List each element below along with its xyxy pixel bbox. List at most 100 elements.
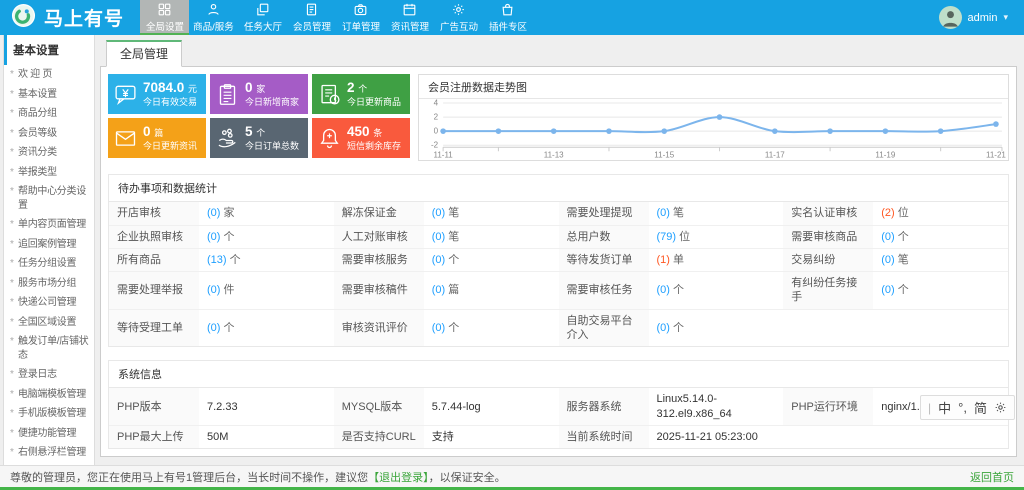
bullet-icon: *: [10, 238, 14, 250]
ime-drag-handle[interactable]: |: [928, 401, 931, 415]
sidebar-item-label: 全国区域设置: [18, 316, 77, 328]
todo-value: (79) 位: [648, 225, 784, 249]
hand-coins-icon: [215, 126, 240, 151]
ime-language-toggle[interactable]: 中: [938, 398, 951, 417]
nav-item-5[interactable]: 资讯管理: [385, 0, 434, 35]
sidebar-item-1[interactable]: * 基本设置: [4, 85, 94, 105]
ime-toolbar: | 中 °, 简: [920, 395, 1015, 420]
sidebar-item-6[interactable]: * 帮助中心分类设置: [4, 182, 94, 215]
nav-item-2[interactable]: 任务大厅: [238, 0, 287, 35]
sysinfo-label: MYSQL版本: [333, 388, 424, 426]
todo-count-link[interactable]: (0): [432, 322, 445, 334]
sidebar-item-2[interactable]: * 商品分组: [4, 104, 94, 124]
stat-card-2[interactable]: 2 个今日更新商品: [312, 74, 410, 114]
todo-count-link[interactable]: (79): [657, 231, 677, 243]
sidebar-item-18[interactable]: * 右侧悬浮栏管理: [4, 443, 94, 463]
todo-value: (0) 笔: [873, 248, 1008, 273]
todo-count-link[interactable]: (0): [432, 231, 445, 243]
todo-count-link[interactable]: (1): [657, 254, 670, 266]
sysinfo-label: 当前系统时间: [558, 425, 649, 449]
sidebar-item-15[interactable]: * 电脑端模板管理: [4, 385, 94, 405]
ime-punctuation-toggle[interactable]: °,: [958, 400, 967, 415]
todo-count-link[interactable]: (0): [657, 207, 670, 219]
nav-item-6[interactable]: 广告互动: [434, 0, 483, 35]
gear-icon: [451, 2, 466, 17]
todo-section: 待办事项和数据统计 开店审核 (0) 家解冻保证金 (0) 笔需要处理提现 (0) 笔实名认…: [108, 174, 1009, 348]
bullet-icon: *: [10, 336, 14, 347]
sidebar-item-13[interactable]: * 触发订单/店铺状态: [4, 332, 94, 365]
sysinfo-row: PHP最大上传 50M 是否支持CURL 支持 当前系统时间 2025-11-21 05:…: [109, 425, 1008, 449]
trend-chart-svg: -2 0 2 4 11-11 11-13 11-15 11-17 11-19 11-21: [431, 99, 1006, 159]
footer-message: 尊敬的管理员，您正在使用马上有号1管理后台，当长时间不操作，建议您【退出登录】，…: [10, 469, 506, 485]
admin-dashboard: 马上有号 全局设置 商品/服务 任务大厅 会员管理 订单管理 资讯管理 广告互动 插件专区 a…: [0, 0, 1024, 490]
todo-count-link[interactable]: (0): [207, 207, 220, 219]
sysinfo-label: PHP版本: [109, 388, 199, 426]
todo-value: (0) 个: [199, 225, 334, 249]
tab-global-management[interactable]: 全局管理: [106, 40, 183, 67]
sidebar-item-5[interactable]: * 举报类型: [4, 163, 94, 183]
stat-label: 今日订单总数: [245, 140, 300, 151]
copy-icon: [255, 2, 270, 17]
ime-settings-gear-icon[interactable]: [994, 401, 1007, 414]
nav-item-4[interactable]: 订单管理: [336, 0, 385, 35]
sidebar-item-11[interactable]: * 快递公司管理: [4, 293, 94, 313]
todo-count-link[interactable]: (0): [207, 322, 220, 334]
todo-count-link[interactable]: (0): [432, 284, 445, 296]
logout-link[interactable]: 【退出登录】: [368, 472, 429, 484]
user-menu[interactable]: admin ▾: [938, 0, 1024, 35]
svg-text:11-15: 11-15: [654, 150, 674, 159]
todo-count-link[interactable]: (0): [207, 284, 220, 296]
todo-count-link[interactable]: (0): [881, 254, 894, 266]
todo-count-link[interactable]: (0): [432, 207, 445, 219]
stat-value: 7084.0 元: [143, 79, 198, 95]
sidebar-item-14[interactable]: * 登录日志: [4, 365, 94, 385]
todo-count-link[interactable]: (2): [881, 207, 894, 219]
todo-count-link[interactable]: (0): [657, 284, 670, 296]
ime-charset-toggle[interactable]: 简: [974, 398, 987, 417]
stat-cards: 7084.0 元今日有效交易 0 家今日新增商家 2 个今日更新商品 0 篇今日更新资…: [108, 74, 410, 161]
sidebar-item-label: 触发订单/店铺状态: [18, 336, 89, 361]
stat-value: 0 篇: [143, 123, 164, 139]
todo-value: (0) 个: [656, 321, 684, 334]
nav-item-7[interactable]: 插件专区: [483, 0, 532, 35]
sidebar-item-12[interactable]: * 全国区域设置: [4, 313, 94, 333]
clipboard-icon: [215, 82, 240, 107]
nav-item-3[interactable]: 会员管理: [287, 0, 336, 35]
todo-count-link[interactable]: (0): [432, 254, 445, 266]
sidebar-item-16[interactable]: * 手机版模板管理: [4, 404, 94, 424]
logo[interactable]: 马上有号: [0, 0, 140, 35]
sidebar-item-17[interactable]: * 便捷功能管理: [4, 424, 94, 444]
chevron-down-icon: ▾: [1003, 12, 1008, 22]
sidebar: 基本设置 * 欢 迎 页 * 基本设置 * 商品分组 * 会员等级 * 资讯分类 * 举报类型 * 帮助中…: [3, 35, 95, 469]
sidebar-item-3[interactable]: * 会员等级: [4, 124, 94, 144]
sidebar-item-0[interactable]: * 欢 迎 页: [4, 65, 94, 85]
stat-card-3[interactable]: 0 篇今日更新资讯: [108, 118, 206, 158]
nav-item-0[interactable]: 全局设置: [140, 0, 190, 35]
todo-count-link[interactable]: (0): [881, 284, 894, 296]
sysinfo-value: 50M: [207, 430, 229, 443]
sidebar-item-10[interactable]: * 服务市场分组: [4, 274, 94, 294]
stat-card-0[interactable]: 7084.0 元今日有效交易: [108, 74, 206, 114]
bullet-icon: *: [10, 408, 14, 419]
envelope-icon: [113, 126, 138, 151]
nav-item-1[interactable]: 商品/服务: [189, 0, 238, 35]
sidebar-item-7[interactable]: * 单内容页面管理: [4, 215, 94, 235]
sidebar-item-4[interactable]: * 资讯分类: [4, 143, 94, 163]
todo-count-link[interactable]: (0): [657, 322, 670, 334]
stat-card-1[interactable]: 0 家今日新增商家: [210, 74, 308, 114]
sidebar-item-8[interactable]: * 追回案例管理: [4, 235, 94, 255]
stat-card-4[interactable]: 5 个今日订单总数: [210, 118, 308, 158]
back-to-home-link[interactable]: 返回首页: [970, 469, 1014, 485]
sidebar-item-9[interactable]: * 任务分组设置: [4, 254, 94, 274]
stat-value: 2 个: [347, 79, 368, 95]
todo-count-link[interactable]: (0): [207, 231, 220, 243]
avatar: [938, 6, 962, 29]
todo-table-body: 开店审核 (0) 家解冻保证金 (0) 笔需要处理提现 (0) 笔实名认证审核 (2) 位企业执…: [109, 202, 1008, 347]
stat-card-5[interactable]: 450 条短信剩余库存: [312, 118, 410, 158]
dashboard-panel: 7084.0 元今日有效交易 0 家今日新增商家 2 个今日更新商品 0 篇今日更新资…: [100, 66, 1017, 458]
svg-text:11-11: 11-11: [433, 150, 453, 159]
todo-count-link[interactable]: (13): [207, 254, 227, 266]
app-header: 马上有号 全局设置 商品/服务 任务大厅 会员管理 订单管理 资讯管理 广告互动 插件专区 a…: [0, 0, 1024, 35]
todo-count-link[interactable]: (0): [881, 231, 894, 243]
todo-value: (0) 个: [873, 225, 1008, 249]
